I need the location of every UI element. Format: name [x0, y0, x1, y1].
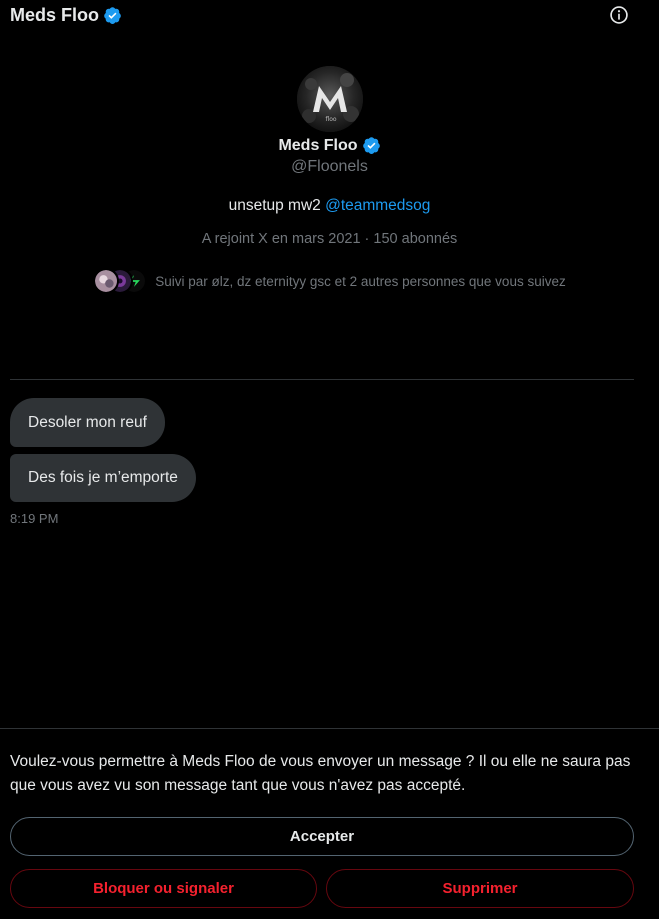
delete-button[interactable]: Supprimer: [326, 869, 634, 908]
profile-name[interactable]: Meds Floo: [278, 137, 357, 155]
block-or-report-button[interactable]: Bloquer ou signaler: [10, 869, 317, 908]
message-bubble[interactable]: Des fois je m’emporte: [10, 454, 196, 502]
svg-text:floo: floo: [325, 116, 336, 123]
profile-meta: A rejoint X en mars 2021 · 150 abonnés: [201, 231, 458, 247]
message-request-text: Voulez-vous permettre à Meds Floo de vou…: [10, 753, 631, 794]
divider: [0, 728, 659, 729]
divider: [10, 379, 634, 380]
header-name: Meds Floo: [10, 5, 99, 25]
info-icon[interactable]: [609, 5, 629, 25]
followed-by-text: Suivi par ølz, dz eternityy gsc et 2 aut…: [155, 273, 566, 289]
follower-avatars: [93, 268, 149, 294]
conversation-header: Meds Floo: [0, 0, 659, 33]
message-bubble[interactable]: Desoler mon reuf: [10, 398, 165, 447]
verified-badge-icon: [362, 137, 380, 154]
message-timestamp: 8:19 PM: [10, 511, 59, 526]
avatar[interactable]: floo: [296, 66, 363, 132]
profile-bio: unsetup mw2 @teammedsog: [0, 197, 659, 215]
accept-button[interactable]: Accepter: [10, 817, 634, 856]
header-title[interactable]: Meds Floo: [10, 5, 122, 26]
profile-handle: @Floonels: [291, 158, 368, 175]
followed-by[interactable]: Suivi par ølz, dz eternityy gsc et 2 aut…: [0, 268, 659, 294]
profile-summary: floo Meds Floo @Floonels unsetup mw2 @te…: [0, 66, 659, 294]
bio-mention-link[interactable]: @teammedsog: [325, 197, 430, 214]
avatar-image: floo: [296, 66, 363, 132]
verified-badge-icon: [104, 7, 121, 24]
bio-text: unsetup mw2: [228, 197, 326, 214]
